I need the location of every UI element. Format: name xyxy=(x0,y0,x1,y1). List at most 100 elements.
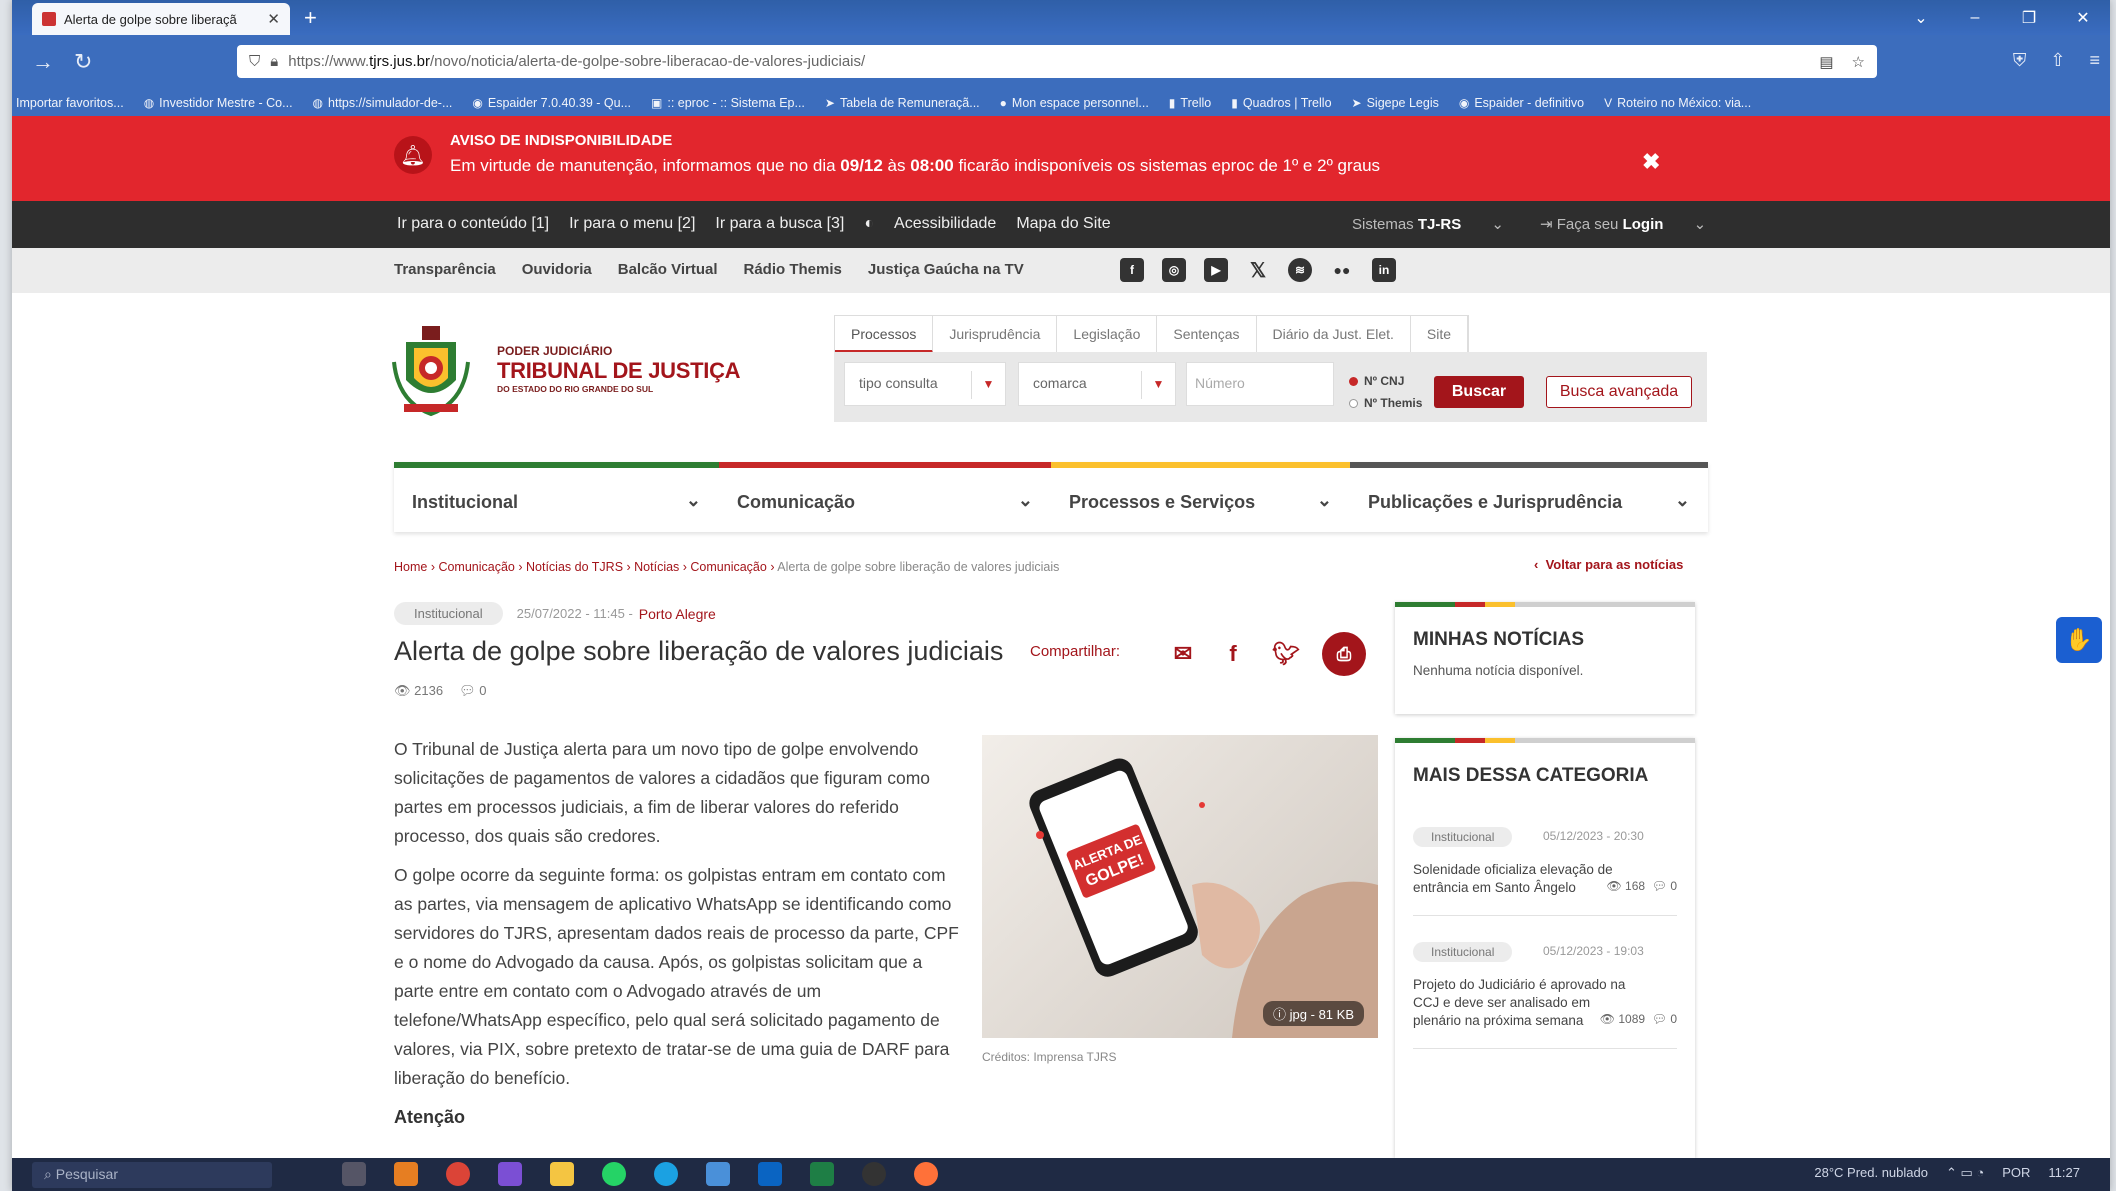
skip-to-content-link[interactable]: Ir para o conteúdo [1] xyxy=(397,215,549,233)
x-icon[interactable]: 𝕏 xyxy=(1246,258,1270,282)
reader-view-icon[interactable]: ▤ xyxy=(1819,53,1833,71)
minimize-icon[interactable]: – xyxy=(1948,0,2002,35)
excel-icon[interactable] xyxy=(810,1162,834,1186)
list-item[interactable]: Institucional 05/12/2023 - 19:03 Projeto… xyxy=(1413,916,1677,1049)
numero-input[interactable]: Número xyxy=(1186,362,1334,406)
menu-icon[interactable]: ≡ xyxy=(2089,50,2100,71)
comarca-select[interactable]: comarca ▼ xyxy=(1018,362,1176,406)
bookmark-item[interactable]: ◍ Investidor Mestre - Co... xyxy=(144,96,293,110)
skip-to-menu-link[interactable]: Ir para o menu [2] xyxy=(569,215,695,233)
chrome-icon[interactable] xyxy=(446,1162,470,1186)
app-icon[interactable] xyxy=(706,1162,730,1186)
advanced-search-button[interactable]: Busca avançada xyxy=(1546,376,1692,408)
search-button[interactable]: Buscar xyxy=(1434,376,1524,408)
bookmark-item[interactable]: V Roteiro no México: via... xyxy=(1604,96,1751,110)
bookmark-item[interactable]: ◍ https://simulador-de-... xyxy=(313,96,453,110)
close-tab-icon[interactable]: ✕ xyxy=(267,10,280,28)
tab-site[interactable]: Site xyxy=(1411,316,1469,353)
login-dropdown[interactable]: ⇥ Faça seu Login ⌄ xyxy=(1540,215,1706,233)
vlibras-accessibility-icon[interactable]: ✋ xyxy=(2056,617,2102,663)
systems-dropdown[interactable]: Sistemas TJ-RS ⌄ xyxy=(1352,215,1504,233)
twitter-icon[interactable]: 🐦︎ xyxy=(1272,641,1300,667)
bookmark-item[interactable]: ➤ Tabela de Remuneraçã... xyxy=(825,96,980,110)
youtube-icon[interactable]: ▶ xyxy=(1204,258,1228,282)
language-indicator[interactable]: POR xyxy=(2002,1165,2030,1181)
tab-processos[interactable]: Processos xyxy=(835,316,934,353)
sitemap-link[interactable]: Mapa do Site xyxy=(1016,215,1110,233)
link-ouvidoria[interactable]: Ouvidoria xyxy=(522,261,592,278)
radio-themis[interactable]: Nº Themis xyxy=(1349,392,1422,414)
bookmark-item[interactable]: ◉ Espaider - definitivo xyxy=(1459,96,1584,110)
whatsapp-icon[interactable] xyxy=(602,1162,626,1186)
app-icon[interactable] xyxy=(862,1162,886,1186)
browser-tab[interactable]: Alerta de golpe sobre liberaçã ✕ xyxy=(32,3,290,35)
category-badge[interactable]: Institucional xyxy=(394,602,503,625)
app-icon[interactable] xyxy=(498,1162,522,1186)
breadcrumb-item[interactable]: Comunicação xyxy=(438,560,514,574)
tab-sentencas[interactable]: Sentenças xyxy=(1157,316,1257,353)
menu-publicacoes[interactable]: Publicações e Jurisprudência ⌄ xyxy=(1350,462,1708,532)
bookmark-item[interactable]: ▣:: eproc - :: Sistema Ep... xyxy=(651,96,805,110)
bookmark-item[interactable]: Importar favoritos... xyxy=(16,96,124,110)
skip-to-search-link[interactable]: Ir para a busca [3] xyxy=(715,215,844,233)
tjrs-crest-logo[interactable] xyxy=(392,322,470,420)
menu-institucional[interactable]: Institucional ⌄ xyxy=(394,462,719,532)
breadcrumb-home[interactable]: Home xyxy=(394,560,427,574)
maximize-icon[interactable]: ❐ xyxy=(2002,0,2056,35)
firefox-icon[interactable] xyxy=(914,1162,938,1186)
app-icon[interactable] xyxy=(394,1162,418,1186)
weather-widget[interactable]: 28°C Pred. nublado xyxy=(1814,1165,1928,1181)
email-icon[interactable]: ✉ xyxy=(1172,641,1194,667)
bookmark-item[interactable]: ▮ Quadros | Trello xyxy=(1231,96,1331,110)
edge-icon[interactable] xyxy=(654,1162,678,1186)
menu-processos-servicos[interactable]: Processos e Serviços ⌄ xyxy=(1051,462,1350,532)
facebook-icon[interactable]: f xyxy=(1120,258,1144,282)
article-image[interactable]: ALERTA DE GOLPE! ⓘ jpg - 81 KB xyxy=(982,735,1378,1038)
file-explorer-icon[interactable] xyxy=(550,1162,574,1186)
menu-comunicacao[interactable]: Comunicação ⌄ xyxy=(719,462,1051,532)
flickr-icon[interactable]: ●● xyxy=(1330,258,1354,282)
reload-icon[interactable]: ↻ xyxy=(74,49,92,75)
breadcrumb-item[interactable]: Notícias do TJRS xyxy=(526,560,623,574)
clock[interactable]: 11:27 xyxy=(2048,1165,2080,1181)
link-transparencia[interactable]: Transparência xyxy=(394,261,496,278)
bookmark-item[interactable]: ▮ Trello xyxy=(1169,96,1211,110)
list-item[interactable]: Institucional 05/12/2023 - 20:30 Solenid… xyxy=(1413,801,1677,916)
tab-diario[interactable]: Diário da Just. Elet. xyxy=(1257,316,1411,353)
spotify-icon[interactable]: ≋ xyxy=(1288,258,1312,282)
bookmark-item[interactable]: ● Mon espace personnel... xyxy=(1000,96,1149,110)
breadcrumb-item[interactable]: Notícias xyxy=(634,560,679,574)
linkedin-icon[interactable]: in xyxy=(1372,258,1396,282)
tipo-consulta-select[interactable]: tipo consulta ▼ xyxy=(844,362,1006,406)
back-to-news-link[interactable]: ‹ Voltar para as notícias xyxy=(1534,557,1683,572)
close-alert-icon[interactable]: ✖ xyxy=(1642,149,1660,175)
instagram-icon[interactable]: ◎ xyxy=(1162,258,1186,282)
chevron-down-icon: ⌄ xyxy=(1017,490,1033,510)
close-window-icon[interactable]: ✕ xyxy=(2056,0,2110,35)
pocket-icon[interactable]: ⛨ xyxy=(2013,50,2027,71)
tray-icons[interactable]: ⌃ ▭ ◔ xyxy=(1946,1165,1984,1181)
link-radio-themis[interactable]: Rádio Themis xyxy=(744,261,842,278)
link-justica-tv[interactable]: Justiça Gaúcha na TV xyxy=(868,261,1024,278)
tab-list-icon[interactable]: ⌄ xyxy=(1894,0,1948,35)
bookmark-star-icon[interactable]: ☆ xyxy=(1852,53,1865,71)
bookmark-item[interactable]: ➤ Sigepe Legis xyxy=(1352,96,1439,110)
taskbar-search[interactable]: ⌕ Pesquisar xyxy=(32,1162,272,1188)
new-tab-icon[interactable]: + xyxy=(304,5,317,31)
address-bar[interactable]: ⛉ 🔒︎ https://www. tjrs.jus.br/novo/notici… xyxy=(237,45,1877,78)
outlook-icon[interactable] xyxy=(758,1162,782,1186)
tab-jurisprudencia[interactable]: Jurisprudência xyxy=(933,316,1058,353)
breadcrumb-item[interactable]: Comunicação xyxy=(690,560,766,574)
radio-cnj[interactable]: Nº CNJ xyxy=(1349,370,1422,392)
accessibility-link[interactable]: Acessibilidade xyxy=(894,215,996,233)
bookmark-item[interactable]: ◉ Espaider 7.0.40.39 - Qu... xyxy=(472,96,631,110)
forward-icon[interactable]: → xyxy=(32,49,54,75)
task-view-icon[interactable] xyxy=(342,1162,366,1186)
contrast-icon[interactable]: ◐ xyxy=(864,215,874,233)
tab-legislacao[interactable]: Legislação xyxy=(1057,316,1158,353)
brand-title[interactable]: TRIBUNAL DE JUSTIÇA xyxy=(497,358,741,384)
print-icon[interactable]: ⎙ xyxy=(1322,632,1366,676)
extensions-icon[interactable]: ⇧ xyxy=(2050,50,2065,71)
link-balcao-virtual[interactable]: Balcão Virtual xyxy=(618,261,718,278)
facebook-icon[interactable]: f xyxy=(1222,641,1244,667)
